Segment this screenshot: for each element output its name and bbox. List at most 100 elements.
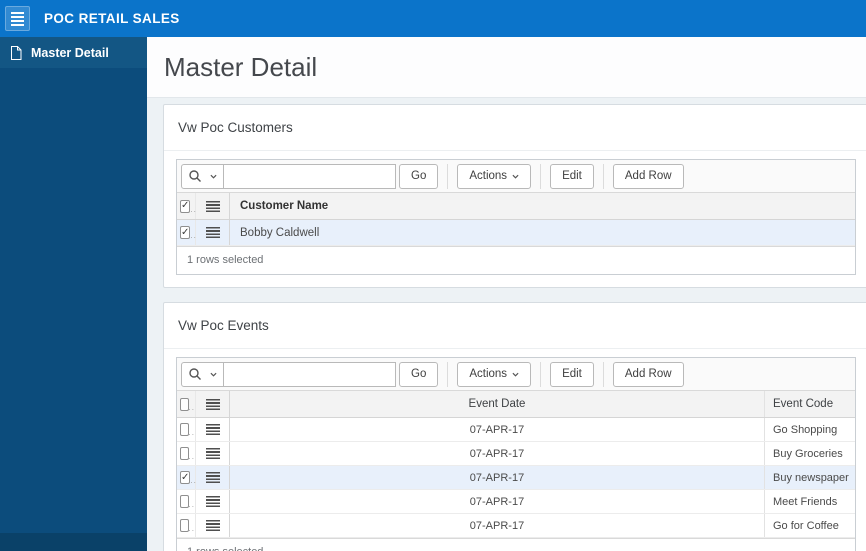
chevron-down-icon <box>512 174 519 179</box>
row-checkbox[interactable] <box>180 495 189 508</box>
column-header-customer-name[interactable]: Customer Name <box>230 193 855 219</box>
page-icon <box>11 45 22 60</box>
column-header-event-date[interactable]: Event Date <box>230 391 764 417</box>
region-title: Vw Poc Events <box>178 318 269 333</box>
customers-grid-header-row: Customer Name <box>177 193 855 220</box>
table-row[interactable]: 07-APR-17 Meet Friends <box>177 490 855 514</box>
customer-name-cell: Bobby Caldwell <box>240 226 320 239</box>
row-menu-icon[interactable] <box>205 520 220 531</box>
customers-grid: Go Actions Edit Add Row ✓ .. Customer Na… <box>176 159 856 275</box>
row-menu-icon[interactable] <box>205 472 220 483</box>
row-menu-icon[interactable] <box>205 448 220 459</box>
region-customers-header: Vw Poc Customers <box>164 105 866 151</box>
page-header: Master Detail <box>147 37 866 98</box>
event-code-cell: Buy newspaper <box>764 466 855 489</box>
event-date-cell: 07-APR-17 <box>469 447 525 460</box>
go-button[interactable]: Go <box>399 163 439 189</box>
toolbar-separator <box>447 163 449 189</box>
event-date-cell: 07-APR-17 <box>469 495 525 508</box>
select-all-checkbox[interactable] <box>180 199 191 213</box>
row-menu-cell <box>196 514 230 537</box>
column-header-event-code[interactable]: Event Code <box>764 391 855 417</box>
add-row-button[interactable]: Add Row <box>612 163 684 189</box>
event-code-cell: Meet Friends <box>764 490 855 513</box>
row-menu-icon[interactable] <box>205 227 220 238</box>
sidebar-toggle-button[interactable] <box>5 6 30 31</box>
table-row[interactable]: Bobby Caldwell <box>177 220 855 246</box>
event-date-cell: 07-APR-17 <box>469 423 525 436</box>
row-select-cell <box>177 220 196 245</box>
select-all-cell <box>177 391 196 417</box>
event-code-cell: Buy Groceries <box>764 442 855 465</box>
content-body: Vw Poc Customers Go Actions Edit Add Row… <box>147 98 866 551</box>
row-menu-cell <box>196 220 230 245</box>
search-icon <box>189 170 201 182</box>
row-checkbox[interactable] <box>180 423 189 436</box>
sidebar: Master Detail <box>0 37 147 551</box>
chevron-down-icon <box>210 174 217 179</box>
actions-menu-button[interactable]: Actions <box>457 163 532 189</box>
event-date-cell: 07-APR-17 <box>469 519 525 532</box>
event-code-cell: Go Shopping <box>764 418 855 441</box>
events-selection-status: 1 rows selected <box>177 538 855 551</box>
search-icon <box>189 368 201 380</box>
region-title: Vw Poc Customers <box>178 120 293 135</box>
edit-button[interactable]: Edit <box>550 361 594 387</box>
table-row[interactable]: 07-APR-17 Buy Groceries <box>177 442 855 466</box>
page-title: Master Detail <box>164 52 318 82</box>
row-checkbox[interactable] <box>180 447 189 460</box>
edit-button[interactable]: Edit <box>550 163 594 189</box>
table-row[interactable]: 07-APR-17 Go for Coffee <box>177 514 855 538</box>
customers-toolbar: Go Actions Edit Add Row <box>177 160 855 193</box>
sidebar-footer <box>0 533 147 551</box>
search-dropdown-button[interactable] <box>181 361 224 387</box>
row-checkbox[interactable] <box>180 471 191 484</box>
header-menu-cell <box>196 193 230 219</box>
row-menu-cell <box>196 466 230 489</box>
sidebar-item-master-detail[interactable]: Master Detail <box>0 37 147 68</box>
hamburger-icon <box>11 11 24 14</box>
header-menu-cell <box>196 391 230 417</box>
app-header: POC RETAIL SALES <box>0 0 866 37</box>
events-toolbar: Go Actions Edit Add Row <box>177 358 855 391</box>
toolbar-separator <box>540 163 542 189</box>
row-select-cell <box>177 466 196 489</box>
event-date-cell: 07-APR-17 <box>469 471 525 484</box>
region-events-header: Vw Poc Events <box>164 303 866 349</box>
chevron-down-icon <box>210 372 217 377</box>
customers-selection-status: 1 rows selected <box>177 246 855 274</box>
row-menu-icon[interactable] <box>205 398 220 410</box>
toolbar-separator <box>602 361 604 387</box>
row-checkbox[interactable] <box>180 519 189 532</box>
app-title: POC RETAIL SALES <box>44 11 180 26</box>
region-events: Vw Poc Events Go Actions Edit Add Row ..… <box>163 302 866 551</box>
event-code-cell: Go for Coffee <box>764 514 855 537</box>
table-row[interactable]: 07-APR-17 Go Shopping <box>177 418 855 442</box>
go-button[interactable]: Go <box>399 361 439 387</box>
row-select-cell <box>177 442 196 465</box>
row-menu-icon[interactable] <box>205 424 220 435</box>
search-dropdown-button[interactable] <box>181 163 224 189</box>
row-menu-icon[interactable] <box>205 200 220 212</box>
toolbar-separator <box>540 361 542 387</box>
row-menu-icon[interactable] <box>205 496 220 507</box>
table-row[interactable]: 07-APR-17 Buy newspaper <box>177 466 855 490</box>
row-select-cell <box>177 514 196 537</box>
events-grid-header-row: Event Date Event Code <box>177 391 855 418</box>
toolbar-separator <box>447 361 449 387</box>
row-menu-cell <box>196 442 230 465</box>
actions-menu-button[interactable]: Actions <box>457 361 532 387</box>
add-row-button[interactable]: Add Row <box>612 361 684 387</box>
search-input[interactable] <box>224 163 396 189</box>
row-select-cell <box>177 490 196 513</box>
chevron-down-icon <box>512 372 519 377</box>
row-menu-cell <box>196 490 230 513</box>
select-all-cell <box>177 193 196 219</box>
main-content: Master Detail Vw Poc Customers Go Action… <box>147 37 866 551</box>
select-all-checkbox[interactable] <box>180 397 189 411</box>
search-input[interactable] <box>224 361 396 387</box>
row-checkbox[interactable] <box>180 226 191 239</box>
sidebar-item-label: Master Detail <box>31 45 109 60</box>
events-grid: Go Actions Edit Add Row .. Event Date Ev… <box>176 357 856 551</box>
toolbar-separator <box>602 163 604 189</box>
